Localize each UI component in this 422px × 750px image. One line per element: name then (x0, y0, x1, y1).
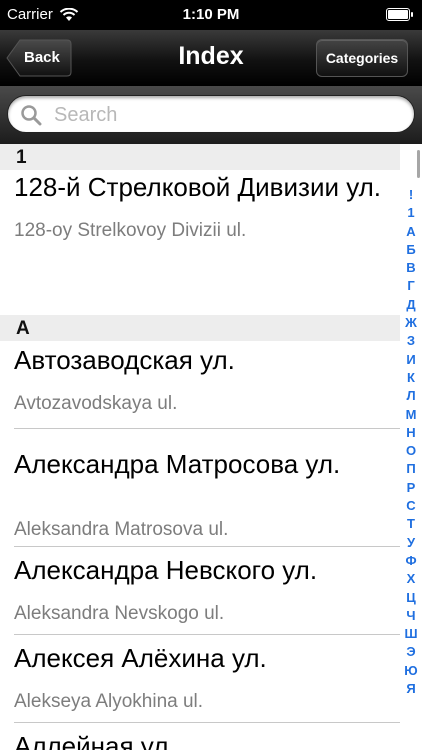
section-header: А (0, 315, 400, 341)
street-list: 1 128-й Стрелковой Дивизии ул. 128-oy St… (0, 144, 400, 750)
index-letter[interactable]: Ч (406, 607, 415, 625)
list-item-subtitle: Aleksandra Matrosova ul. (14, 519, 229, 540)
battery-icon (386, 8, 413, 21)
search-field[interactable] (7, 95, 415, 133)
index-letter[interactable]: В (406, 259, 415, 277)
list-item[interactable]: Александра Невского ул. Aleksandra Nevsk… (14, 547, 400, 635)
index-letter[interactable]: Ж (405, 314, 417, 332)
index-letter[interactable]: З (407, 332, 415, 350)
index-letter[interactable]: Я (406, 680, 415, 698)
list-item-title: Александра Невского ул. (14, 555, 318, 585)
index-letter[interactable]: Д (406, 296, 415, 314)
index-letter[interactable]: Н (406, 424, 415, 442)
index-letter[interactable]: Ц (406, 589, 416, 607)
list-item[interactable]: Аллейная ул. (14, 723, 400, 750)
list-item-subtitle: Alekseya Alyokhina ul. (14, 691, 204, 712)
index-letter[interactable]: Р (407, 479, 416, 497)
index-letter[interactable]: 1 (407, 204, 414, 222)
index-letter[interactable]: О (406, 442, 416, 460)
search-icon (21, 105, 42, 126)
index-letter[interactable]: Т (407, 515, 415, 533)
list-item-title: 128-й Стрелковой Дивизии ул. (14, 172, 382, 202)
scroll-indicator (417, 150, 420, 178)
list-item-title: Александра Матросова ул. (14, 449, 341, 479)
index-letter[interactable]: М (406, 406, 417, 424)
list-item[interactable]: Алексея Алёхина ул. Alekseya Alyokhina u… (14, 635, 400, 723)
section-header: 1 (0, 144, 400, 170)
index-letter[interactable]: Г (407, 277, 414, 295)
list-item-subtitle: 128-oy Strelkovoy Divizii ul. (14, 220, 247, 241)
index-letter[interactable]: А (406, 223, 415, 241)
categories-button[interactable]: Categories (316, 39, 408, 77)
index-letter[interactable]: Ю (404, 662, 417, 680)
index-letter[interactable]: Ф (405, 552, 416, 570)
list-item-subtitle: Avtozavodskaya ul. (14, 393, 178, 414)
index-letter[interactable]: У (407, 534, 415, 552)
list-item[interactable]: Александра Матросова ул. Aleksandra Matr… (14, 429, 400, 547)
search-bar (0, 86, 422, 144)
index-letter[interactable]: К (407, 369, 415, 387)
status-time: 1:10 PM (182, 6, 240, 23)
list-item-title: Аллейная ул. (14, 731, 176, 750)
battery-fill (388, 10, 408, 19)
index-letter[interactable]: С (406, 497, 415, 515)
list-item-title: Алексея Алёхина ул. (14, 643, 267, 673)
list-item-subtitle: Aleksandra Nevskogo ul. (14, 603, 225, 624)
index-letter[interactable]: Л (406, 387, 415, 405)
list-item[interactable]: Автозаводская ул. Avtozavodskaya ul. (14, 341, 400, 429)
index-letter[interactable]: Э (406, 643, 415, 661)
search-input[interactable] (54, 101, 394, 129)
index-letter[interactable]: Х (407, 570, 416, 588)
list-item[interactable]: 128-й Стрелковой Дивизии ул. 128-oy Stre… (0, 170, 400, 315)
section-index-bar[interactable]: ! 1 А Б В Г Д Ж З И К Л М Н О П Р С Т У Ф Х Ц Ч Ш Э Ю Я (400, 186, 422, 698)
index-letter[interactable]: ! (409, 186, 413, 204)
status-bar: Carrier 1:10 PM (0, 0, 422, 30)
index-letter[interactable]: Б (406, 241, 415, 259)
index-letter[interactable]: П (406, 460, 415, 478)
navigation-bar: Back Index Categories (0, 30, 422, 86)
index-letter[interactable]: Ш (404, 625, 417, 643)
list-item-title: Автозаводская ул. (14, 345, 235, 375)
index-letter[interactable]: И (406, 351, 415, 369)
